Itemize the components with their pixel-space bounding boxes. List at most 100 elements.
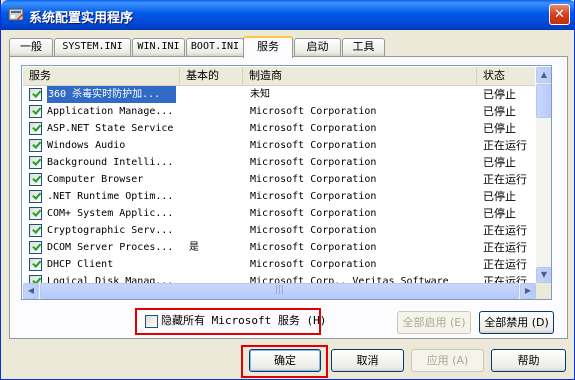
tab-tools[interactable]: 工具	[342, 38, 385, 56]
service-name: DHCP Client	[47, 259, 114, 270]
service-manufacturer: 未知	[250, 89, 270, 100]
service-checkbox[interactable]	[29, 224, 42, 237]
checkmark-icon	[32, 207, 42, 217]
service-checkbox[interactable]	[29, 241, 42, 254]
service-row[interactable]: COM+ System Applic... Microsoft Corporati…	[23, 205, 535, 222]
help-button[interactable]: 帮助	[491, 349, 566, 372]
scroll-right-button[interactable]: ▶	[520, 283, 536, 299]
scroll-down-button[interactable]: ▼	[536, 267, 551, 283]
service-manufacturer: Microsoft Corporation	[250, 208, 377, 219]
service-manufacturer: Microsoft Corporation	[250, 123, 377, 134]
service-name: .NET Runtime Optim...	[47, 191, 174, 202]
list-header: 服务 基本的 制造商 状态	[23, 67, 535, 86]
service-name: 360 杀毒实时防护加...	[47, 86, 176, 103]
tab-label: WIN.INI	[137, 41, 180, 52]
service-row[interactable]: ASP.NET State Service Microsoft Corporati…	[23, 120, 535, 137]
service-essential: 是	[189, 242, 199, 253]
column-header-manufacturer[interactable]: 制造商	[243, 67, 477, 85]
service-manufacturer: Microsoft Corporation	[250, 106, 377, 117]
service-status: 已停止	[483, 88, 516, 101]
cancel-button[interactable]: 取消	[331, 349, 404, 372]
enable-all-button[interactable]: 全部启用 (E)	[397, 311, 471, 334]
service-row[interactable]: Windows Audio Microsoft Corporation 正在运行	[23, 137, 535, 154]
column-header-status[interactable]: 状态	[477, 67, 535, 85]
tab-services[interactable]: 服务	[243, 36, 293, 58]
service-status: 正在运行	[483, 258, 527, 271]
disable-all-button[interactable]: 全部禁用 (D)	[479, 311, 554, 334]
horizontal-scroll-thumb[interactable]: |||	[40, 283, 519, 299]
apply-button[interactable]: 应用 (A)	[411, 349, 484, 372]
service-row[interactable]: .NET Runtime Optim... Microsoft Corporati…	[23, 188, 535, 205]
close-button[interactable]: ✕	[549, 4, 570, 25]
checkmark-icon	[32, 258, 42, 268]
service-essential	[189, 86, 249, 103]
service-checkbox[interactable]	[29, 207, 42, 220]
service-row[interactable]: DHCP Client Microsoft Corporation 正在运行	[23, 256, 535, 273]
service-checkbox[interactable]	[29, 122, 42, 135]
hide-ms-label[interactable]: 隐藏所有 Microsoft 服务 (H)	[161, 313, 326, 329]
service-checkbox[interactable]	[29, 258, 42, 271]
service-row[interactable]: Background Intelli... Microsoft Corporati…	[23, 154, 535, 171]
service-essential	[189, 120, 249, 137]
checkmark-icon	[32, 241, 42, 251]
checkmark-icon	[32, 122, 42, 132]
service-essential	[189, 222, 249, 239]
column-header-essential[interactable]: 基本的	[180, 67, 243, 85]
column-header-service[interactable]: 服务	[23, 67, 180, 85]
service-name: Background Intelli...	[47, 157, 174, 168]
tab-general[interactable]: 一般	[9, 38, 53, 56]
service-essential	[189, 137, 249, 154]
service-manufacturer: Microsoft Corporation	[250, 225, 377, 236]
service-essential	[189, 103, 249, 120]
service-name: Cryptographic Serv...	[47, 225, 174, 236]
checkmark-icon	[32, 88, 42, 98]
service-checkbox[interactable]	[29, 173, 42, 186]
service-name: Windows Audio	[47, 140, 126, 151]
chevron-left-icon: ◀	[27, 286, 35, 295]
tab-startup[interactable]: 启动	[294, 38, 341, 56]
title-bar[interactable]: 系统配置实用程序 ✕	[1, 0, 574, 30]
app-icon	[8, 8, 24, 21]
scroll-left-button[interactable]: ◀	[23, 283, 39, 299]
vertical-scrollbar[interactable]: ▲ ▼	[536, 67, 551, 283]
service-status: 已停止	[483, 105, 516, 118]
close-icon: ✕	[554, 7, 565, 22]
service-name: ASP.NET State Service	[47, 123, 174, 134]
service-row[interactable]: Application Manage... Microsoft Corporati…	[23, 103, 535, 120]
service-row[interactable]: Computer Browser Microsoft Corporation 正在运…	[23, 171, 535, 188]
service-essential	[189, 205, 249, 222]
tab-label: SYSTEM.INI	[62, 41, 123, 52]
tab-label: BOOT.INI	[190, 41, 240, 52]
tab-system-ini[interactable]: SYSTEM.INI	[54, 38, 131, 56]
services-list[interactable]: 服务 基本的 制造商 状态 360 杀毒实时防护加... 未知 已停止 Applica…	[21, 65, 552, 300]
tab-label: 服务	[257, 40, 279, 53]
service-row[interactable]: 360 杀毒实时防护加... 未知 已停止	[23, 86, 535, 103]
service-checkbox[interactable]	[29, 88, 42, 101]
hide-ms-checkbox[interactable]	[145, 315, 158, 328]
service-essential	[189, 171, 249, 188]
window-title: 系统配置实用程序	[29, 11, 134, 26]
service-name: COM+ System Applic...	[47, 208, 174, 219]
service-name: DCOM Server Proces...	[47, 242, 174, 253]
service-row[interactable]: DCOM Server Proces... 是 Microsoft Corporat…	[23, 239, 535, 256]
service-manufacturer: Microsoft Corporation	[250, 191, 377, 202]
scroll-up-button[interactable]: ▲	[536, 67, 551, 83]
service-checkbox[interactable]	[29, 156, 42, 169]
service-row[interactable]: Cryptographic Serv... Microsoft Corporati…	[23, 222, 535, 239]
service-manufacturer: Microsoft Corporation	[250, 259, 377, 270]
tab-win-ini[interactable]: WIN.INI	[132, 38, 185, 56]
tab-boot-ini[interactable]: BOOT.INI	[186, 38, 244, 56]
checkmark-icon	[32, 105, 42, 115]
service-status: 已停止	[483, 122, 516, 135]
service-manufacturer: Microsoft Corporation	[250, 140, 377, 151]
service-checkbox[interactable]	[29, 139, 42, 152]
vertical-scroll-thumb[interactable]	[536, 84, 551, 118]
ok-button[interactable]: 确定	[249, 349, 321, 372]
service-checkbox[interactable]	[29, 105, 42, 118]
horizontal-scrollbar[interactable]: ◀ ||| ▶	[23, 283, 536, 299]
service-checkbox[interactable]	[29, 190, 42, 203]
checkmark-icon	[32, 156, 42, 166]
service-status: 正在运行	[483, 241, 527, 254]
chevron-down-icon: ▼	[540, 270, 548, 279]
service-manufacturer: Microsoft Corporation	[250, 157, 377, 168]
